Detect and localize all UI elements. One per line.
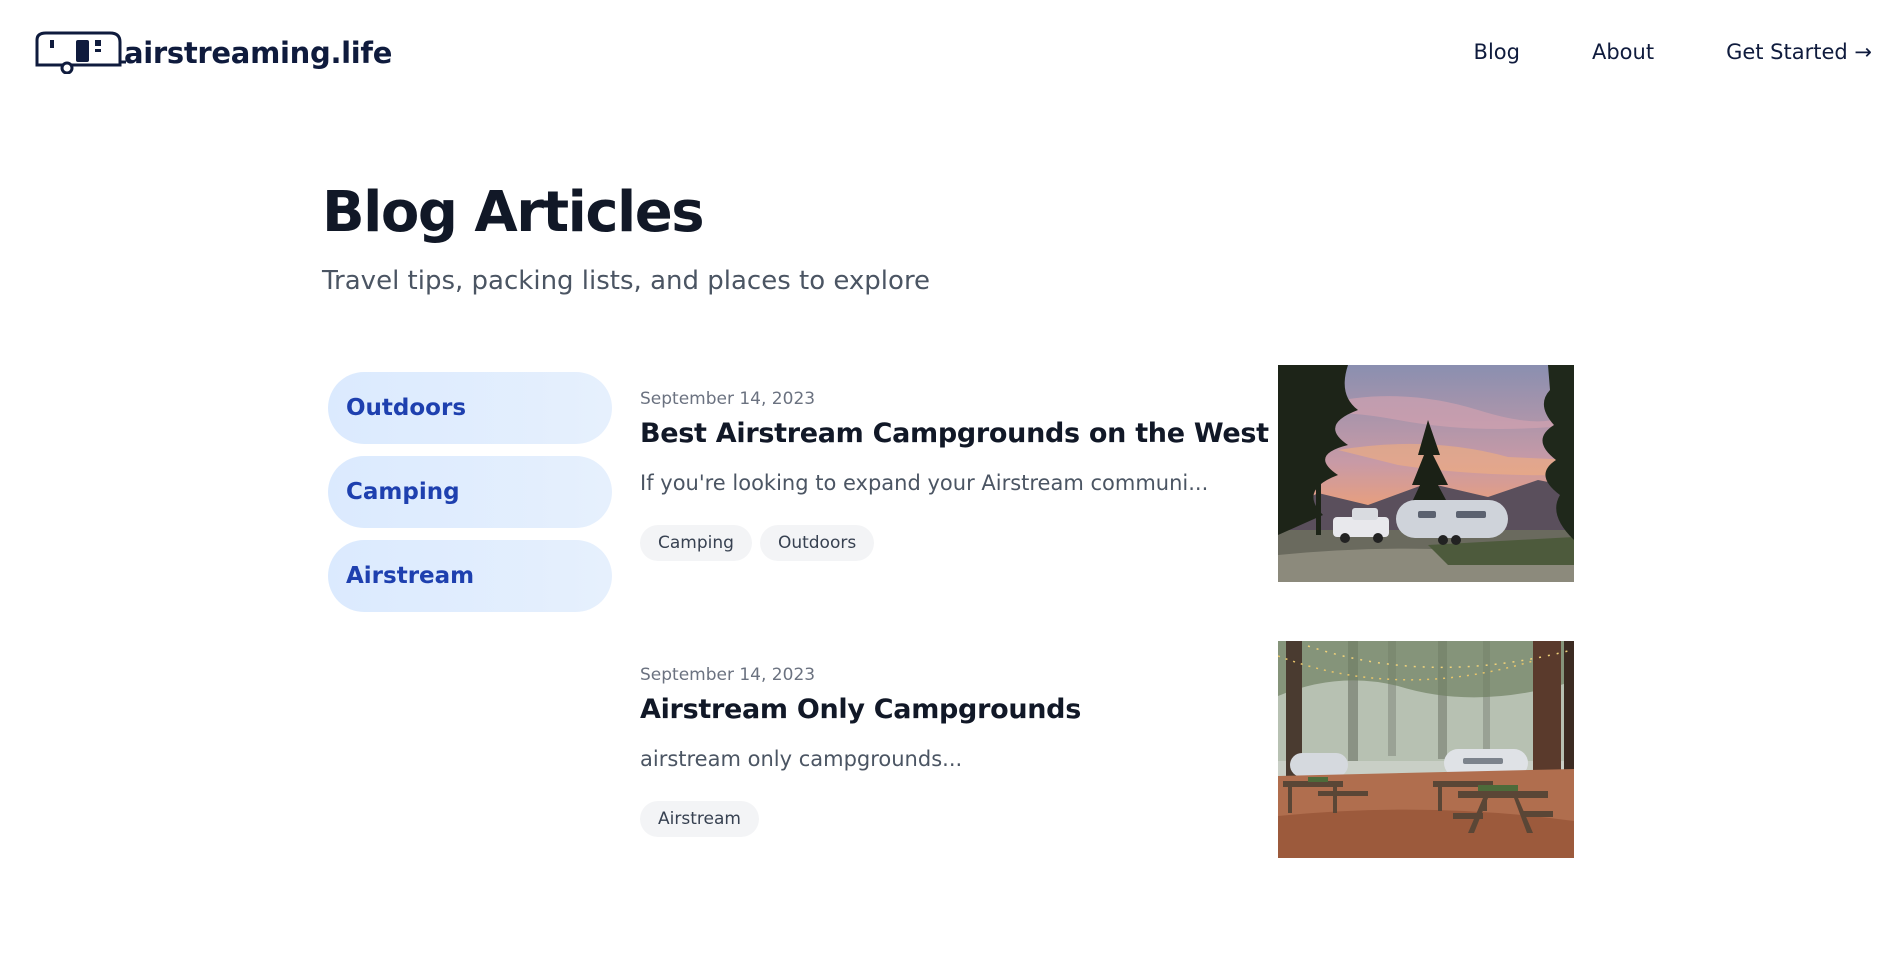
airstream-trailer-icon: [35, 31, 126, 74]
article-excerpt: If you're looking to expand your Airstre…: [640, 471, 1209, 495]
article-tags: Camping Outdoors: [640, 525, 882, 561]
article-date: September 14, 2023: [640, 389, 816, 409]
page-subtitle: Travel tips, packing lists, and places t…: [322, 266, 931, 296]
category-outdoors[interactable]: Outdoors: [328, 372, 612, 444]
page-title: Blog Articles: [322, 180, 705, 245]
site-name: airstreaming.life: [124, 36, 393, 70]
category-camping[interactable]: Camping: [328, 456, 612, 528]
article-thumbnail[interactable]: [1278, 641, 1574, 858]
tag-camping[interactable]: Camping: [640, 525, 752, 561]
article-thumbnail[interactable]: [1278, 365, 1574, 582]
category-list: Outdoors Camping Airstream: [328, 372, 612, 624]
main-nav: Blog About Get Started →: [1474, 40, 1872, 64]
category-airstream[interactable]: Airstream: [328, 540, 612, 612]
site-logo[interactable]: airstreaming.life: [34, 30, 392, 74]
get-started-link[interactable]: Get Started →: [1726, 40, 1872, 64]
article-card: September 14, 2023 Airstream Only Campgr…: [640, 641, 1574, 858]
site-header: airstreaming.life Blog About Get Started…: [0, 0, 1888, 108]
article-tags: Airstream: [640, 801, 767, 837]
article-title[interactable]: Airstream Only Campgrounds: [640, 694, 1081, 725]
nav-blog-link[interactable]: Blog: [1474, 40, 1520, 64]
article-title[interactable]: Best Airstream Campgrounds on the West C…: [640, 418, 1362, 449]
nav-about-link[interactable]: About: [1592, 40, 1654, 64]
forest-campground-image: [1278, 641, 1574, 858]
tag-airstream[interactable]: Airstream: [640, 801, 759, 837]
article-date: September 14, 2023: [640, 665, 816, 685]
tag-outdoors[interactable]: Outdoors: [759, 525, 875, 561]
sunset-campsite-image: [1278, 365, 1574, 582]
article-excerpt: airstream only campgrounds...: [640, 747, 963, 771]
article-card: September 14, 2023 Best Airstream Campgr…: [640, 365, 1574, 582]
